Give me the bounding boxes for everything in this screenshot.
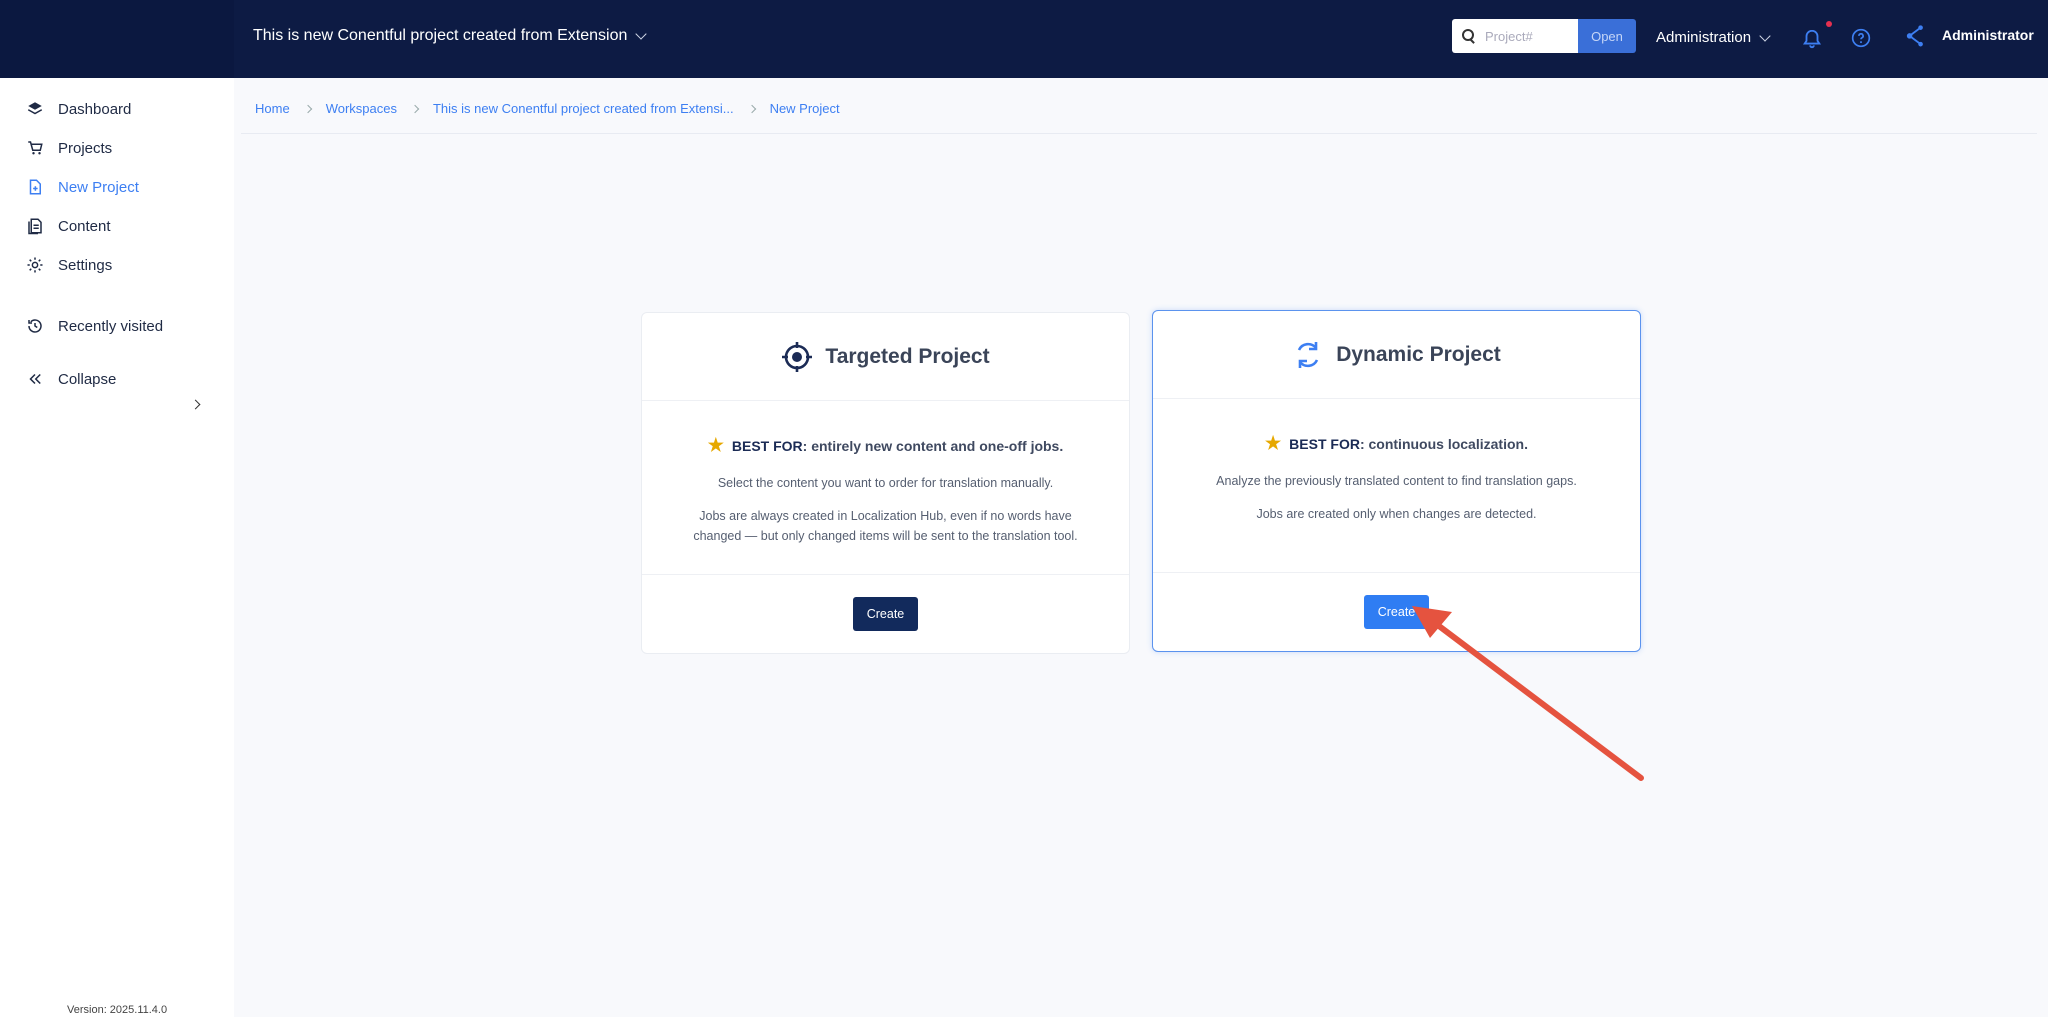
breadcrumb-current: New Project (769, 101, 840, 116)
sidebar-item-dashboard[interactable]: Dashboard (26, 100, 131, 118)
star-icon: ★ (707, 435, 724, 455)
breadcrumb-divider (241, 133, 2037, 134)
sidebar: Dashboard Projects New Project Content S… (0, 78, 234, 1017)
notification-dot (1826, 21, 1832, 27)
layers-icon (27, 102, 43, 115)
collapse-label: Collapse (58, 370, 117, 388)
sidebar-item-label: Dashboard (58, 100, 132, 118)
best-for-line: ★ BEST FOR: continuous localization. (1153, 433, 1640, 454)
breadcrumb: Home Workspaces This is new Conentful pr… (255, 101, 840, 116)
cart-icon (28, 141, 43, 155)
chevron-right-icon[interactable] (190, 399, 201, 410)
version-label: Version: 2025.11.4.0 (67, 1004, 168, 1016)
project-search[interactable] (1452, 19, 1578, 53)
card-description: Jobs are created only when changes are d… (1256, 507, 1537, 522)
chevron-down-icon (635, 28, 648, 40)
sidebar-item-label: New Project (58, 178, 139, 196)
card-body: ★ BEST FOR: continuous localization. Ana… (1153, 399, 1640, 573)
sidebar-item-new-project[interactable]: New Project (26, 178, 139, 196)
card-header: Targeted Project (642, 313, 1129, 401)
document-icon (28, 218, 42, 235)
help-icon[interactable] (1851, 28, 1871, 48)
user-menu[interactable]: Administrator (1905, 22, 2034, 48)
breadcrumb-workspace[interactable]: This is new Conentful project created fr… (433, 101, 734, 116)
chevron-right-icon (747, 104, 756, 113)
best-for-text: : continuous localization. (1359, 435, 1528, 452)
gear-icon (27, 257, 43, 273)
top-header: This is new Conentful project created fr… (0, 0, 2048, 78)
card-body: ★ BEST FOR: entirely new content and one… (642, 401, 1129, 575)
sidebar-item-label: Content (58, 217, 111, 235)
breadcrumb-workspaces[interactable]: Workspaces (326, 101, 397, 116)
sidebar-item-label: Recently visited (58, 317, 164, 335)
project-search-input[interactable] (1485, 28, 1565, 44)
share-user-icon (1906, 25, 1923, 47)
star-icon: ★ (1265, 433, 1282, 453)
target-icon (782, 341, 813, 372)
sidebar-item-settings[interactable]: Settings (26, 256, 112, 274)
best-for-line: ★ BEST FOR: entirely new content and one… (642, 435, 1129, 456)
dynamic-project-card: Dynamic Project ★ BEST FOR: continuous l… (1152, 310, 1641, 652)
open-button[interactable]: Open (1578, 19, 1636, 53)
breadcrumb-home[interactable]: Home (255, 101, 290, 116)
sidebar-item-label: Settings (58, 256, 113, 274)
card-description: Select the content you want to order for… (717, 476, 1054, 490)
administration-menu[interactable]: Administration (1656, 29, 1771, 46)
double-chevron-left-icon (29, 373, 41, 385)
project-switcher-label: This is new Conentful project created fr… (253, 27, 628, 44)
best-for-label: BEST FOR (731, 437, 803, 454)
card-description: Jobs are always created in Localization … (693, 509, 1078, 543)
card-header: Dynamic Project (1153, 311, 1640, 399)
sidebar-item-projects[interactable]: Projects (26, 139, 112, 157)
sidebar-item-recently-visited[interactable]: Recently visited (26, 317, 163, 335)
card-title: Dynamic Project (1336, 342, 1501, 366)
logo-area (0, 0, 234, 78)
sidebar-item-content[interactable]: Content (26, 217, 111, 235)
project-switcher[interactable]: This is new Conentful project created fr… (253, 27, 648, 45)
card-description: Analyze the previously translated conten… (1216, 474, 1577, 488)
sidebar-item-label: Projects (58, 139, 113, 157)
history-icon (28, 319, 42, 333)
search-icon (1462, 29, 1476, 43)
card-title: Targeted Project (825, 344, 990, 368)
chevron-right-icon (410, 104, 420, 113)
sync-icon (1298, 341, 1319, 368)
best-for-text: : entirely new content and one-off jobs. (802, 437, 1064, 454)
card-footer: Create (642, 575, 1129, 653)
chevron-down-icon (1759, 29, 1771, 42)
administration-label: Administration (1656, 29, 1752, 46)
best-for-label: BEST FOR (1289, 435, 1360, 452)
new-file-icon (29, 179, 41, 195)
user-name: Administrator (1942, 27, 2034, 43)
chevron-right-icon (303, 104, 312, 113)
targeted-project-card: Targeted Project ★ BEST FOR: entirely ne… (641, 312, 1130, 654)
card-footer: Create (1153, 573, 1640, 651)
notifications-bell-icon[interactable] (1801, 21, 1832, 50)
create-targeted-project-button[interactable]: Create (852, 597, 919, 631)
create-dynamic-project-button[interactable]: Create (1363, 595, 1430, 629)
sidebar-collapse[interactable]: Collapse (26, 370, 116, 388)
